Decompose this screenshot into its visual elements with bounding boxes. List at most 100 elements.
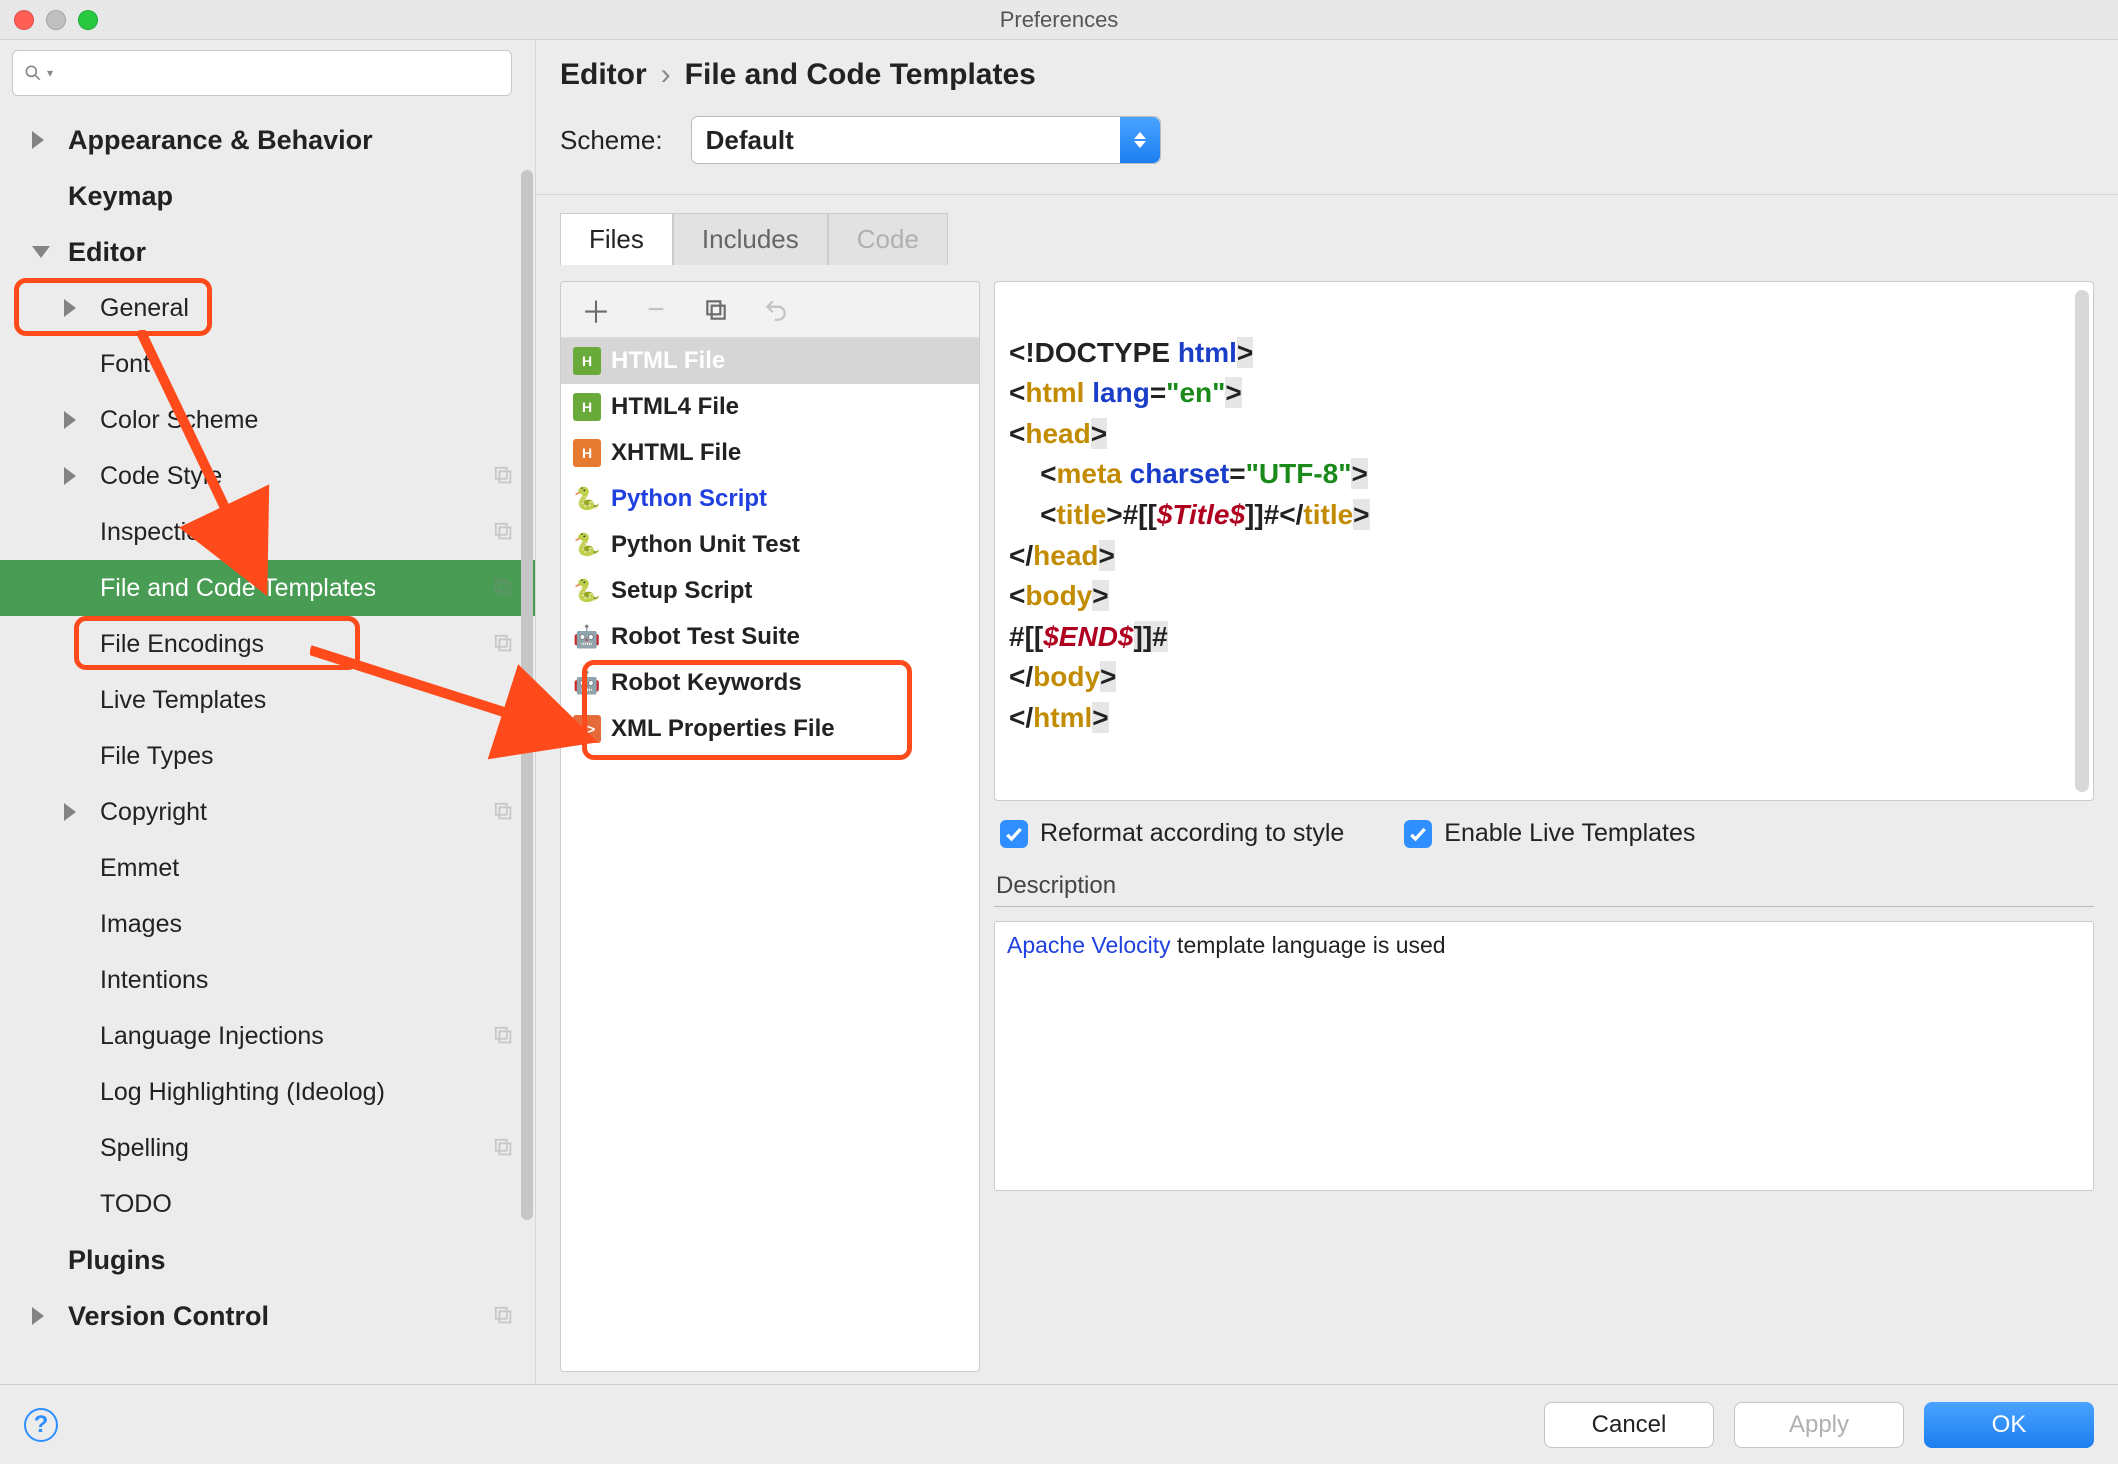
template-item-label: Python Unit Test: [611, 531, 800, 559]
tab-includes[interactable]: Includes: [673, 213, 828, 265]
template-item-python-unit-test[interactable]: 🐍Python Unit Test: [561, 522, 979, 568]
template-list: HHTML FileHHTML4 FileHXHTML File🐍Python …: [561, 338, 979, 1371]
sidebar-item-copyright[interactable]: Copyright: [0, 784, 535, 840]
template-item-label: Python Script: [611, 485, 767, 513]
sidebar-item-label: File Types: [100, 742, 213, 771]
sidebar-item-language-injections[interactable]: Language Injections: [0, 1008, 535, 1064]
sidebar-item-label: File Encodings: [100, 630, 264, 659]
copy-template-button[interactable]: [701, 295, 731, 325]
template-code-editor[interactable]: <!DOCTYPE html> <html lang="en"> <head> …: [994, 281, 2094, 801]
template-item-html-file[interactable]: H HTML File: [561, 338, 979, 384]
sidebar-item-images[interactable]: Images: [0, 896, 535, 952]
sidebar-item-label: Live Templates: [100, 686, 266, 715]
sidebar-item-plugins[interactable]: Plugins: [0, 1232, 535, 1288]
sidebar-item-file-encodings[interactable]: File Encodings: [0, 616, 535, 672]
chevron-right-icon: [32, 131, 44, 149]
scope-icon: [493, 1305, 515, 1327]
sidebar-item-keymap[interactable]: Keymap: [0, 168, 535, 224]
sidebar-item-code-style[interactable]: Code Style: [0, 448, 535, 504]
main-panel: Editor › File and Code Templates Scheme:…: [535, 40, 2118, 1384]
scheme-select[interactable]: Default: [691, 116, 1161, 164]
template-item-label: HTML4 File: [611, 393, 739, 421]
sidebar-item-label: Editor: [68, 237, 146, 268]
sidebar-scrollbar[interactable]: [519, 170, 535, 1384]
sidebar-item-live-templates[interactable]: Live Templates: [0, 672, 535, 728]
file-type-icon: H: [573, 439, 601, 467]
dialog-footer: ? Cancel Apply OK: [0, 1384, 2118, 1464]
template-item-label: HTML File: [611, 347, 725, 375]
sidebar-item-label: Spelling: [100, 1134, 189, 1163]
live-templates-label: Enable Live Templates: [1444, 819, 1695, 848]
live-templates-checkbox[interactable]: Enable Live Templates: [1404, 819, 1695, 848]
ok-button[interactable]: OK: [1924, 1402, 2094, 1448]
sidebar-item-version-control[interactable]: Version Control: [0, 1288, 535, 1344]
template-tabs: FilesIncludesCode: [536, 195, 2118, 265]
copy-icon: [703, 297, 729, 323]
sidebar-item-label: Appearance & Behavior: [68, 125, 373, 156]
checkbox-checked-icon: [1404, 820, 1432, 848]
sidebar-item-file-types[interactable]: File Types: [0, 728, 535, 784]
template-item-label: Robot Keywords: [611, 669, 802, 697]
template-item-html4-file[interactable]: HHTML4 File: [561, 384, 979, 430]
apply-button[interactable]: Apply: [1734, 1402, 1904, 1448]
apache-velocity-link[interactable]: Apache Velocity: [1007, 932, 1171, 958]
sidebar-item-file-and-code-templates[interactable]: File and Code Templates: [0, 560, 535, 616]
template-item-xml-properties-file[interactable]: <>XML Properties File: [561, 706, 979, 752]
scheme-value: Default: [706, 125, 794, 156]
sidebar-item-label: Log Highlighting (Ideolog): [100, 1078, 385, 1107]
tab-files[interactable]: Files: [560, 213, 673, 265]
scope-icon: [493, 801, 515, 823]
remove-template-button[interactable]: −: [641, 295, 671, 325]
reformat-checkbox[interactable]: Reformat according to style: [1000, 819, 1344, 848]
help-button[interactable]: ?: [24, 1408, 58, 1442]
sidebar-item-inspections[interactable]: Inspections: [0, 504, 535, 560]
template-item-label: Setup Script: [611, 577, 752, 605]
sidebar-item-intentions[interactable]: Intentions: [0, 952, 535, 1008]
cancel-button[interactable]: Cancel: [1544, 1402, 1714, 1448]
chevron-right-icon: [32, 1307, 44, 1325]
sidebar-item-label: Copyright: [100, 798, 207, 827]
sidebar-item-appearance-behavior[interactable]: Appearance & Behavior: [0, 112, 535, 168]
chevron-right-icon: [64, 803, 76, 821]
sidebar-item-font[interactable]: Font: [0, 336, 535, 392]
template-item-setup-script[interactable]: 🐍 Setup Script: [561, 568, 979, 614]
chevron-updown-icon: [1120, 117, 1160, 163]
sidebar-item-editor[interactable]: Editor: [0, 224, 535, 280]
sidebar-item-emmet[interactable]: Emmet: [0, 840, 535, 896]
sidebar-item-label: General: [100, 294, 189, 323]
preferences-tree: Appearance & Behavior Keymap Editor General…: [0, 106, 535, 1344]
sidebar-item-label: Color Scheme: [100, 406, 258, 435]
template-item-python-script[interactable]: 🐍 Python Script: [561, 476, 979, 522]
code-scrollbar[interactable]: [2075, 290, 2089, 792]
sidebar-item-label: File and Code Templates: [100, 574, 376, 603]
chevron-right-icon: [64, 299, 76, 317]
template-item-robot-keywords[interactable]: 🤖Robot Keywords: [561, 660, 979, 706]
search-input[interactable]: ▾: [12, 50, 512, 96]
file-type-icon: 🤖: [573, 623, 601, 651]
file-type-icon: H: [573, 347, 601, 375]
undo-template-button[interactable]: [761, 295, 791, 325]
add-template-button[interactable]: ＋: [581, 295, 611, 325]
scope-icon: [493, 521, 515, 543]
chevron-right-icon: [64, 467, 76, 485]
sidebar-item-spelling[interactable]: Spelling: [0, 1120, 535, 1176]
checkbox-checked-icon: [1000, 820, 1028, 848]
sidebar-item-label: Keymap: [68, 181, 173, 212]
template-item-label: XML Properties File: [611, 715, 835, 743]
sidebar: ▾ Appearance & Behavior Keymap Editor Gener…: [0, 40, 535, 1384]
sidebar-item-label: Plugins: [68, 1245, 166, 1276]
sidebar-item-log-highlighting-ideolog-[interactable]: Log Highlighting (Ideolog): [0, 1064, 535, 1120]
file-type-icon: 🐍: [573, 577, 601, 605]
sidebar-item-todo[interactable]: TODO: [0, 1176, 535, 1232]
file-type-icon: 🐍: [573, 485, 601, 513]
sidebar-item-label: Emmet: [100, 854, 179, 883]
sidebar-item-color-scheme[interactable]: Color Scheme: [0, 392, 535, 448]
template-item-robot-test-suite[interactable]: 🤖Robot Test Suite: [561, 614, 979, 660]
scope-icon: [493, 1025, 515, 1047]
sidebar-item-label: Language Injections: [100, 1022, 324, 1051]
breadcrumb-leaf: File and Code Templates: [685, 58, 1036, 92]
scheme-label: Scheme:: [560, 125, 663, 156]
template-editor-panel: <!DOCTYPE html> <html lang="en"> <head> …: [994, 281, 2094, 1372]
template-item-xhtml-file[interactable]: HXHTML File: [561, 430, 979, 476]
sidebar-item-general[interactable]: General: [0, 280, 535, 336]
